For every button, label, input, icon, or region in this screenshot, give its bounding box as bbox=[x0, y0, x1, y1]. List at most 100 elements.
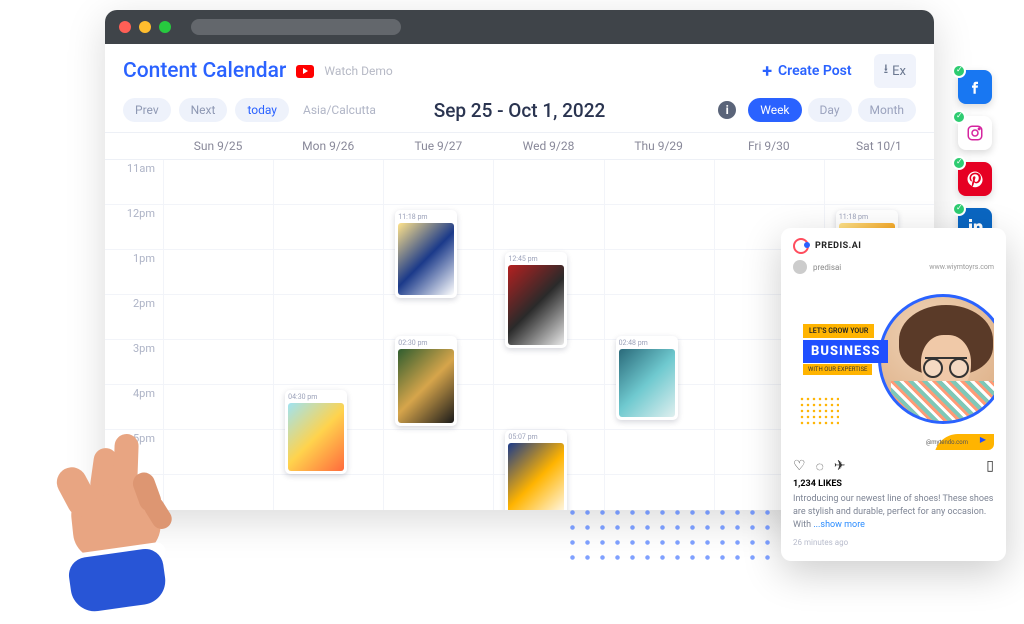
post-time: 11:18 pm bbox=[398, 213, 454, 221]
maximize-dot[interactable] bbox=[159, 21, 171, 33]
calendar-cell[interactable] bbox=[163, 295, 273, 339]
calendar-cell[interactable] bbox=[493, 160, 603, 204]
view-day[interactable]: Day bbox=[808, 98, 852, 122]
calendar-cell[interactable] bbox=[273, 205, 383, 249]
calendar-cell[interactable] bbox=[273, 250, 383, 294]
calendar-cell[interactable] bbox=[604, 205, 714, 249]
calendar-cell[interactable] bbox=[273, 160, 383, 204]
hand-illustration bbox=[40, 438, 190, 608]
next-button[interactable]: Next bbox=[179, 98, 228, 122]
play-icon: ▶ bbox=[980, 435, 986, 444]
portrait-circle bbox=[878, 294, 994, 424]
day-header: Mon 9/26 bbox=[273, 133, 383, 159]
calendar-cell[interactable] bbox=[163, 385, 273, 429]
scheduled-post-card[interactable]: 02:48 pm bbox=[616, 336, 678, 420]
comment-icon[interactable]: ◌ bbox=[816, 458, 824, 475]
calendar-cell[interactable] bbox=[163, 160, 273, 204]
calendar-cell[interactable] bbox=[163, 205, 273, 249]
hour-label: 11am bbox=[105, 160, 163, 204]
calendar-cell[interactable] bbox=[383, 475, 493, 510]
calendar-cell[interactable] bbox=[604, 295, 714, 339]
hour-label: 2pm bbox=[105, 295, 163, 339]
scheduled-post-card[interactable]: 05:07 pm bbox=[505, 430, 567, 510]
calendar-cell[interactable] bbox=[273, 475, 383, 510]
check-icon bbox=[952, 110, 966, 124]
check-icon bbox=[952, 156, 966, 170]
day-header: Sun 9/25 bbox=[163, 133, 273, 159]
preview-image: LET'S GROW YOUR BUSINESS WITH OUR EXPERT… bbox=[793, 282, 994, 450]
facebook-badge[interactable] bbox=[958, 70, 992, 104]
scheduled-post-card[interactable]: 12:45 pm bbox=[505, 252, 567, 348]
calendar-cell[interactable] bbox=[163, 250, 273, 294]
scheduled-post-card[interactable]: 02:30 pm bbox=[395, 336, 457, 426]
preview-link[interactable]: www.wiymtoyrs.com bbox=[929, 263, 994, 271]
today-button[interactable]: today bbox=[235, 98, 289, 122]
calendar-cell[interactable] bbox=[714, 160, 824, 204]
tag-big: BUSINESS bbox=[803, 340, 888, 363]
post-time: 02:48 pm bbox=[619, 339, 675, 347]
scheduled-post-card[interactable]: 11:18 pm bbox=[395, 210, 457, 298]
scheduled-post-card[interactable]: 04:30 pm bbox=[285, 390, 347, 474]
calendar-cell[interactable] bbox=[824, 160, 934, 204]
window-chrome bbox=[105, 10, 934, 44]
post-thumbnail bbox=[508, 265, 564, 345]
export-label: Ex bbox=[892, 64, 906, 79]
hour-label: 12pm bbox=[105, 205, 163, 249]
download-icon: ⭳ bbox=[884, 60, 889, 82]
calendar-cell[interactable] bbox=[383, 160, 493, 204]
calendar-cell[interactable] bbox=[493, 385, 603, 429]
preview-timestamp: 26 minutes ago bbox=[793, 538, 994, 547]
bookmark-icon[interactable]: ▯ bbox=[986, 458, 994, 475]
calendar-cell[interactable] bbox=[604, 160, 714, 204]
post-preview-card: PREDIS.AI predisai www.wiymtoyrs.com LET… bbox=[781, 228, 1006, 561]
preview-brand: PREDIS.AI bbox=[815, 241, 861, 251]
calendar-cell[interactable] bbox=[163, 340, 273, 384]
export-button[interactable]: ⭳ Ex bbox=[874, 54, 916, 88]
day-header-row: Sun 9/25 Mon 9/26 Tue 9/27 Wed 9/28 Thu … bbox=[105, 132, 934, 160]
calendar-cell[interactable] bbox=[604, 430, 714, 474]
check-icon bbox=[952, 64, 966, 78]
url-bar[interactable] bbox=[191, 19, 401, 35]
prev-button[interactable]: Prev bbox=[123, 98, 171, 122]
plus-icon: + bbox=[762, 61, 772, 82]
calendar-cell[interactable] bbox=[273, 295, 383, 339]
share-icon[interactable]: ✈ bbox=[834, 458, 846, 475]
predis-logo-icon bbox=[793, 238, 809, 254]
calendar-toolbar: Prev Next today Asia/Calcutta Sep 25 - O… bbox=[105, 92, 934, 132]
view-week[interactable]: Week bbox=[748, 98, 801, 122]
post-thumbnail bbox=[398, 223, 454, 295]
instagram-badge[interactable] bbox=[958, 116, 992, 150]
hour-label: 4pm bbox=[105, 385, 163, 429]
heart-icon[interactable]: ♡ bbox=[793, 458, 806, 475]
info-icon[interactable]: i bbox=[718, 101, 736, 119]
calendar-cell[interactable] bbox=[273, 340, 383, 384]
post-time: 02:30 pm bbox=[398, 339, 454, 347]
post-time: 05:07 pm bbox=[508, 433, 564, 441]
calendar-cell[interactable] bbox=[493, 205, 603, 249]
view-month[interactable]: Month bbox=[858, 98, 916, 122]
calendar-cell[interactable] bbox=[383, 295, 493, 339]
show-more-link[interactable]: ...show more bbox=[813, 520, 865, 530]
day-header: Thu 9/29 bbox=[604, 133, 714, 159]
post-thumbnail bbox=[508, 443, 564, 510]
calendar-cell[interactable] bbox=[383, 430, 493, 474]
close-dot[interactable] bbox=[119, 21, 131, 33]
youtube-icon[interactable] bbox=[296, 65, 314, 78]
post-thumbnail bbox=[619, 349, 675, 417]
calendar-cell[interactable] bbox=[604, 250, 714, 294]
avatar bbox=[793, 260, 807, 274]
hour-label: 1pm bbox=[105, 250, 163, 294]
minimize-dot[interactable] bbox=[139, 21, 151, 33]
day-header: Tue 9/27 bbox=[383, 133, 493, 159]
view-switcher: i Week Day Month bbox=[718, 98, 916, 122]
pinterest-badge[interactable] bbox=[958, 162, 992, 196]
preview-actions: ♡ ◌ ✈ ▯ bbox=[793, 458, 994, 475]
tag-sub: WITH OUR EXPERTISE bbox=[803, 364, 872, 375]
post-thumbnail bbox=[288, 403, 344, 471]
create-post-button[interactable]: + Create Post bbox=[750, 55, 863, 88]
post-thumbnail bbox=[398, 349, 454, 423]
post-time: 04:30 pm bbox=[288, 393, 344, 401]
create-post-label: Create Post bbox=[778, 63, 852, 79]
likes-count: 1,234 LIKES bbox=[793, 479, 994, 489]
header-subtitle[interactable]: Watch Demo bbox=[324, 64, 392, 78]
